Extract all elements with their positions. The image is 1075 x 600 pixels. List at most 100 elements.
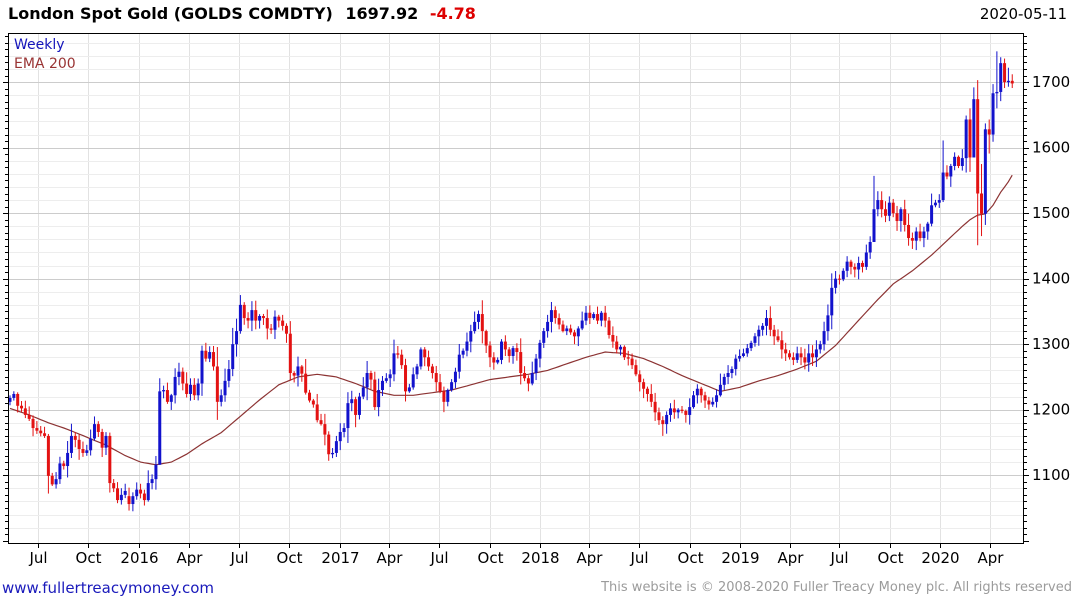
candle-body-down (638, 374, 642, 383)
candle-body-down (853, 266, 857, 270)
candle-body-down (956, 156, 960, 166)
candle-body-up (726, 373, 730, 377)
candle-body-up (419, 349, 423, 367)
candle-body-up (173, 376, 177, 396)
candle-body-up (365, 373, 369, 388)
candle-body-down (254, 310, 258, 321)
candle-body-up (741, 353, 745, 356)
candle-body-down (569, 328, 573, 333)
x-tick-label: Oct (76, 549, 102, 567)
x-tick-label: 2018 (521, 549, 559, 567)
x-tick-label: Oct (277, 549, 303, 567)
candle-body-up (960, 158, 964, 166)
candle-body-up (384, 378, 388, 381)
candle-body-up (450, 382, 454, 391)
candle-body-down (526, 378, 530, 384)
x-tick-label: 2017 (321, 549, 359, 567)
candle-body-down (438, 382, 442, 392)
candle-body-down (976, 99, 980, 194)
candle-body-up (89, 438, 93, 451)
price-chart-plot-area[interactable]: 1100 1200 1300 1400 1500 1600 1700 Jul Oct 2016 Ap… (0, 0, 1075, 600)
candle-body-up (795, 353, 799, 360)
candle-body-down (139, 489, 143, 494)
candle-body-up (734, 358, 738, 370)
candle-body-down (35, 428, 39, 431)
candle-body-up (749, 342, 753, 349)
candle-body-down (910, 238, 914, 241)
candle-body-up (392, 353, 396, 375)
candle-body-down (515, 348, 519, 353)
candle-body-up (757, 329, 761, 337)
candle-body-up (250, 310, 254, 321)
candle-body-up (12, 393, 16, 398)
candle-body-down (73, 435, 77, 440)
candle-body-up (54, 479, 58, 485)
candle-body-down (784, 349, 788, 354)
x-tick-label: Apr (978, 549, 1005, 567)
candle-body-up (665, 414, 669, 425)
candle-body-up (730, 369, 734, 374)
candle-body-down (373, 379, 377, 408)
candle-body-down (215, 366, 219, 402)
candle-body-down (261, 316, 265, 318)
candle-body-down (903, 209, 907, 225)
candle-body-up (119, 494, 123, 501)
candle-body-down (404, 365, 408, 392)
candle-body-down (891, 202, 895, 214)
candle-body-down (672, 408, 676, 413)
website-link[interactable]: www.fullertreacymoney.com (2, 579, 214, 597)
candle-body-down (557, 317, 561, 325)
candle-body-up (415, 366, 419, 375)
candle-body-up (834, 278, 838, 288)
candle-body-down (503, 341, 507, 350)
x-tick-label: Apr (577, 549, 604, 567)
candle-body-up (753, 336, 757, 343)
candle-body-down (980, 193, 984, 214)
candle-body-down (20, 405, 24, 409)
candle-body-up (200, 350, 204, 384)
candle-body-down (611, 335, 615, 342)
candle-body-up (711, 401, 715, 405)
candle-body-up (872, 209, 876, 242)
candle-body-up (92, 424, 96, 439)
x-tick-label: Jul (229, 549, 248, 567)
candle-body-down (319, 420, 323, 425)
candle-body-down (269, 328, 273, 330)
candle-body-down (50, 475, 54, 485)
candle-body-up (983, 129, 987, 214)
candle-body-up (407, 387, 411, 392)
candle-body-down (561, 324, 565, 332)
candle-body-up (338, 431, 342, 442)
candle-body-up (331, 452, 335, 455)
candle-body-up (342, 428, 346, 432)
candle-body-down (327, 434, 331, 455)
candle-body-down (907, 224, 911, 239)
candle-body-up (465, 341, 469, 351)
candle-body-up (857, 262, 861, 270)
candle-body-down (288, 333, 292, 374)
candle-body-up (584, 312, 588, 321)
candle-body-down (62, 463, 66, 467)
candle-body-down (803, 357, 807, 363)
candle-body-up (941, 172, 945, 201)
plot-border (8, 33, 1024, 544)
candle-body-up (999, 63, 1003, 92)
candle-body-down (300, 366, 304, 374)
candle-body-up (1006, 80, 1010, 83)
candle-body-down (849, 261, 853, 267)
x-tick-label: Oct (678, 549, 704, 567)
candle-body-down (311, 400, 315, 405)
x-tick-label: Jul (429, 549, 448, 567)
y-tick-label: 1500 (1032, 204, 1070, 222)
candle-body-down (657, 412, 661, 421)
candle-body-up (565, 328, 569, 332)
legend-interval-label: Weekly (14, 37, 65, 53)
candle-body-up (864, 252, 868, 267)
candle-body-down (699, 388, 703, 396)
candle-body-up (830, 287, 834, 316)
candle-body-up (745, 348, 749, 354)
candle-body-down (185, 383, 189, 394)
candle-body-down (423, 349, 427, 358)
x-tick-label: 2019 (721, 549, 759, 567)
candle-body-down (192, 384, 196, 396)
